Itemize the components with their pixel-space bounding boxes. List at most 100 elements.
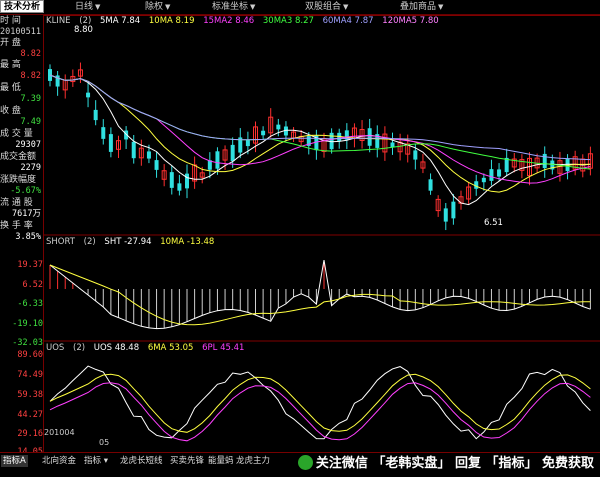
- date-value: 20100511: [0, 27, 41, 37]
- sht-axis-label: -6.33: [17, 299, 43, 309]
- ma60-line: [49, 74, 591, 161]
- candle-body: [215, 151, 220, 169]
- low-label: 最 低: [0, 83, 21, 93]
- menu-dual-stock[interactable]: 双股组合 ▼: [305, 0, 348, 14]
- ma60-readout: 60MA4 7.87: [322, 16, 374, 26]
- uos-pl-readout: 6PL 45.41: [202, 343, 245, 353]
- ma5-readout: 5MA 7.84: [100, 16, 141, 26]
- candle-body: [177, 183, 182, 191]
- tab-energy[interactable]: 能量蚂: [206, 455, 236, 467]
- menu-ex-rights[interactable]: 除权 ▼: [145, 0, 170, 14]
- turnover-value: 3.85%: [15, 232, 41, 242]
- uos-pane-graphics: [49, 365, 591, 442]
- low-price-marker: 6.51: [484, 218, 503, 228]
- x-axis-label: 05: [99, 438, 110, 447]
- sht-readout: SHT -27.94: [104, 237, 152, 247]
- menu-bar: 技术分析 日线 ▼ 除权 ▼ 标准坐标 ▼ 双股组合 ▼ 叠加商品 ▼: [0, 0, 600, 15]
- candle-body: [276, 124, 281, 130]
- time-label: 时 间: [0, 16, 21, 26]
- indicator-name: SHORT: [46, 237, 75, 247]
- open-label: 开 盘: [0, 38, 21, 48]
- low-value: 7.39: [20, 94, 41, 104]
- candle-body: [329, 132, 334, 150]
- chevron-down-icon: ▼: [343, 3, 349, 11]
- chevron-down-icon: ▼: [95, 3, 101, 11]
- tab-indicator-menu[interactable]: 指标 ▾: [82, 455, 110, 467]
- candle-body: [489, 169, 494, 181]
- uos-axis-label: 44.27: [17, 410, 43, 420]
- candle-body: [367, 128, 372, 146]
- ma15-line: [49, 74, 591, 184]
- candle-body: [261, 130, 266, 136]
- chevron-down-icon: ▼: [250, 3, 256, 11]
- turnover-label: 换 手 率: [0, 221, 33, 231]
- tab-buy-sell-pioneer[interactable]: 买卖先锋: [168, 455, 206, 467]
- volume-label: 成 交 量: [0, 129, 33, 139]
- ma120-readout: 120MA5 7.80: [382, 16, 439, 26]
- tab-indicator-a[interactable]: 指标A: [1, 455, 28, 467]
- uos-readout: UOS 48.48: [93, 343, 140, 353]
- uos-axis-label: 29.16: [17, 429, 43, 439]
- menu-coordinates[interactable]: 标准坐标 ▼: [212, 0, 255, 14]
- sht-axis-label: -32.03: [12, 338, 43, 348]
- sht-axis-label: 6.52: [22, 280, 43, 290]
- uos-axis-label: 74.49: [17, 370, 43, 380]
- menu-overlay[interactable]: 叠加商品 ▼: [400, 0, 443, 14]
- candle-body: [101, 127, 106, 139]
- candle-body: [428, 179, 433, 191]
- candle-body: [451, 201, 456, 219]
- sht-line: [49, 260, 591, 330]
- ma5-line: [49, 74, 591, 206]
- change-value: -5.67%: [10, 186, 41, 196]
- candle-body: [131, 141, 136, 159]
- tab-northbound[interactable]: 北向资金: [40, 455, 78, 467]
- candle-body: [542, 153, 547, 169]
- chevron-down-icon: ▼: [165, 3, 171, 11]
- float-shares-label: 流 通 股: [0, 198, 33, 208]
- ma15-readout: 15MA2 8.46: [203, 16, 255, 26]
- wechat-icon: [297, 455, 313, 470]
- indicator-param: (2): [73, 343, 86, 353]
- indicator-name: UOS: [46, 343, 65, 353]
- high-label: 最 高: [0, 60, 21, 70]
- tab-long-short[interactable]: 龙虎长短线: [118, 455, 165, 467]
- candle-body: [154, 160, 159, 170]
- uos-axis-label: 89.60: [17, 350, 43, 360]
- candle-body: [169, 172, 174, 188]
- candle-body: [481, 177, 486, 183]
- amount-value: 2279: [20, 163, 41, 173]
- candle-body: [93, 109, 98, 121]
- sht-pane-header: SHORT (2) SHT -27.94 10MA -13.48: [46, 237, 220, 247]
- menu-daily[interactable]: 日线 ▼: [75, 0, 100, 14]
- ma30-line: [49, 74, 591, 170]
- candle-body: [443, 208, 448, 222]
- ma30-readout: 30MA3 8.27: [262, 16, 314, 26]
- uos-axis-label: 59.38: [17, 390, 43, 400]
- indicator-name: KLINE: [46, 16, 71, 26]
- sht-axis-label: -19.10: [12, 319, 43, 329]
- candle-body: [86, 92, 91, 98]
- candle-body: [146, 151, 151, 159]
- sht-axis-label: 19.37: [17, 260, 43, 270]
- indicator-param: (2): [83, 237, 96, 247]
- indicator-chart[interactable]: [44, 15, 600, 452]
- uos-pane-header: UOS (2) UOS 48.48 6MA 53.05 6PL 45.41: [46, 343, 250, 353]
- candle-body: [245, 139, 250, 147]
- tech-analysis-button[interactable]: 技术分析: [0, 0, 44, 13]
- candle-body: [497, 169, 502, 177]
- uos-line: [49, 365, 591, 440]
- price-pane-graphics: [48, 62, 593, 231]
- candle-body: [230, 144, 235, 162]
- sht-pane-graphics: [49, 260, 591, 330]
- tab-main-force[interactable]: 龙虎主力: [234, 455, 272, 467]
- info-sidebar: 时 间 20100511 开 盘 8.82 最 高 8.82 最 低 7.39 …: [0, 15, 44, 457]
- ma10-readout: 10MA 8.19: [148, 16, 195, 26]
- chevron-down-icon: ▼: [438, 3, 444, 11]
- uos-ma-line: [49, 373, 591, 433]
- price-pane-header: KLINE (2) 5MA 7.84 10MA 8.19 15MA2 8.46 …: [46, 16, 445, 26]
- volume-value: 29307: [15, 140, 41, 150]
- high-price-marker: 8.80: [74, 25, 93, 35]
- open-value: 8.82: [20, 49, 41, 59]
- chart-area[interactable]: KLINE (2) 5MA 7.84 10MA 8.19 15MA2 8.46 …: [44, 15, 600, 452]
- candle-body: [413, 150, 418, 160]
